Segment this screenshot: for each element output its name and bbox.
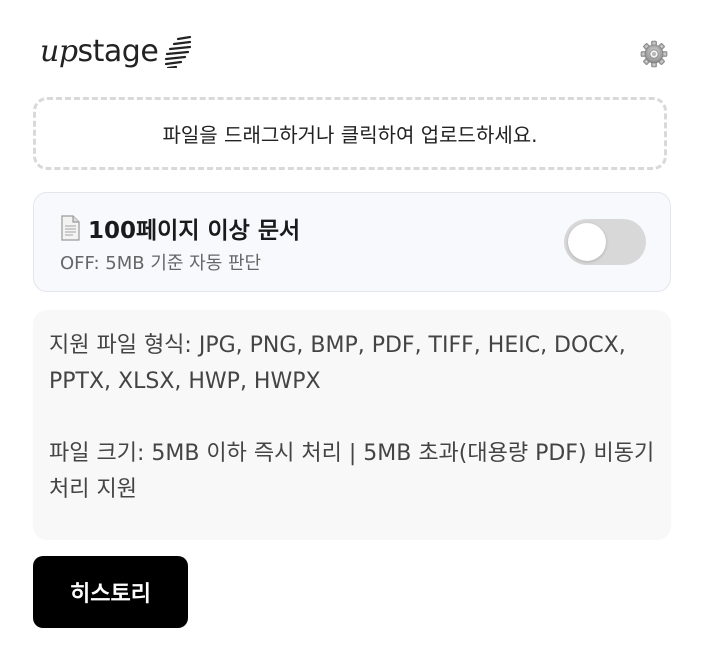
logo-text: upstage xyxy=(40,32,159,72)
large-document-toggle[interactable] xyxy=(564,219,646,265)
file-size-text: 파일 크기: 5MB 이하 즉시 처리 | 5MB 초과(대용량 PDF) 비동… xyxy=(49,441,655,502)
large-document-option: 100페이지 이상 문서 OFF: 5MB 기준 자동 판단 xyxy=(33,192,671,292)
file-dropzone[interactable]: 파일을 드래그하거나 클릭하여 업로드하세요. xyxy=(33,97,667,170)
large-document-subtitle: OFF: 5MB 기준 자동 판단 xyxy=(60,253,262,274)
info-box: 지원 파일 형식: JPG, PNG, BMP, PDF, TIFF, HEIC… xyxy=(33,310,671,540)
upstage-stripes-icon xyxy=(165,36,192,68)
upload-panel: upstage 파일을 드래그하거나 클릭하여 업로드하세요. 100페이지 이… xyxy=(0,0,706,658)
large-document-title: 100페이지 이상 문서 xyxy=(88,218,301,244)
large-document-title-row: 100페이지 이상 문서 xyxy=(60,211,300,245)
history-button[interactable]: 히스토리 xyxy=(33,556,188,628)
gear-icon[interactable] xyxy=(640,40,668,68)
logo-text-prefix: up xyxy=(40,34,78,69)
header: upstage xyxy=(40,32,668,74)
toggle-knob xyxy=(568,223,606,261)
dropzone-label: 파일을 드래그하거나 클릭하여 업로드하세요. xyxy=(162,123,538,147)
supported-formats-text: 지원 파일 형식: JPG, PNG, BMP, PDF, TIFF, HEIC… xyxy=(49,333,626,394)
document-icon xyxy=(61,215,80,241)
logo-text-suffix: stage xyxy=(77,34,159,69)
upstage-logo: upstage xyxy=(40,32,192,72)
